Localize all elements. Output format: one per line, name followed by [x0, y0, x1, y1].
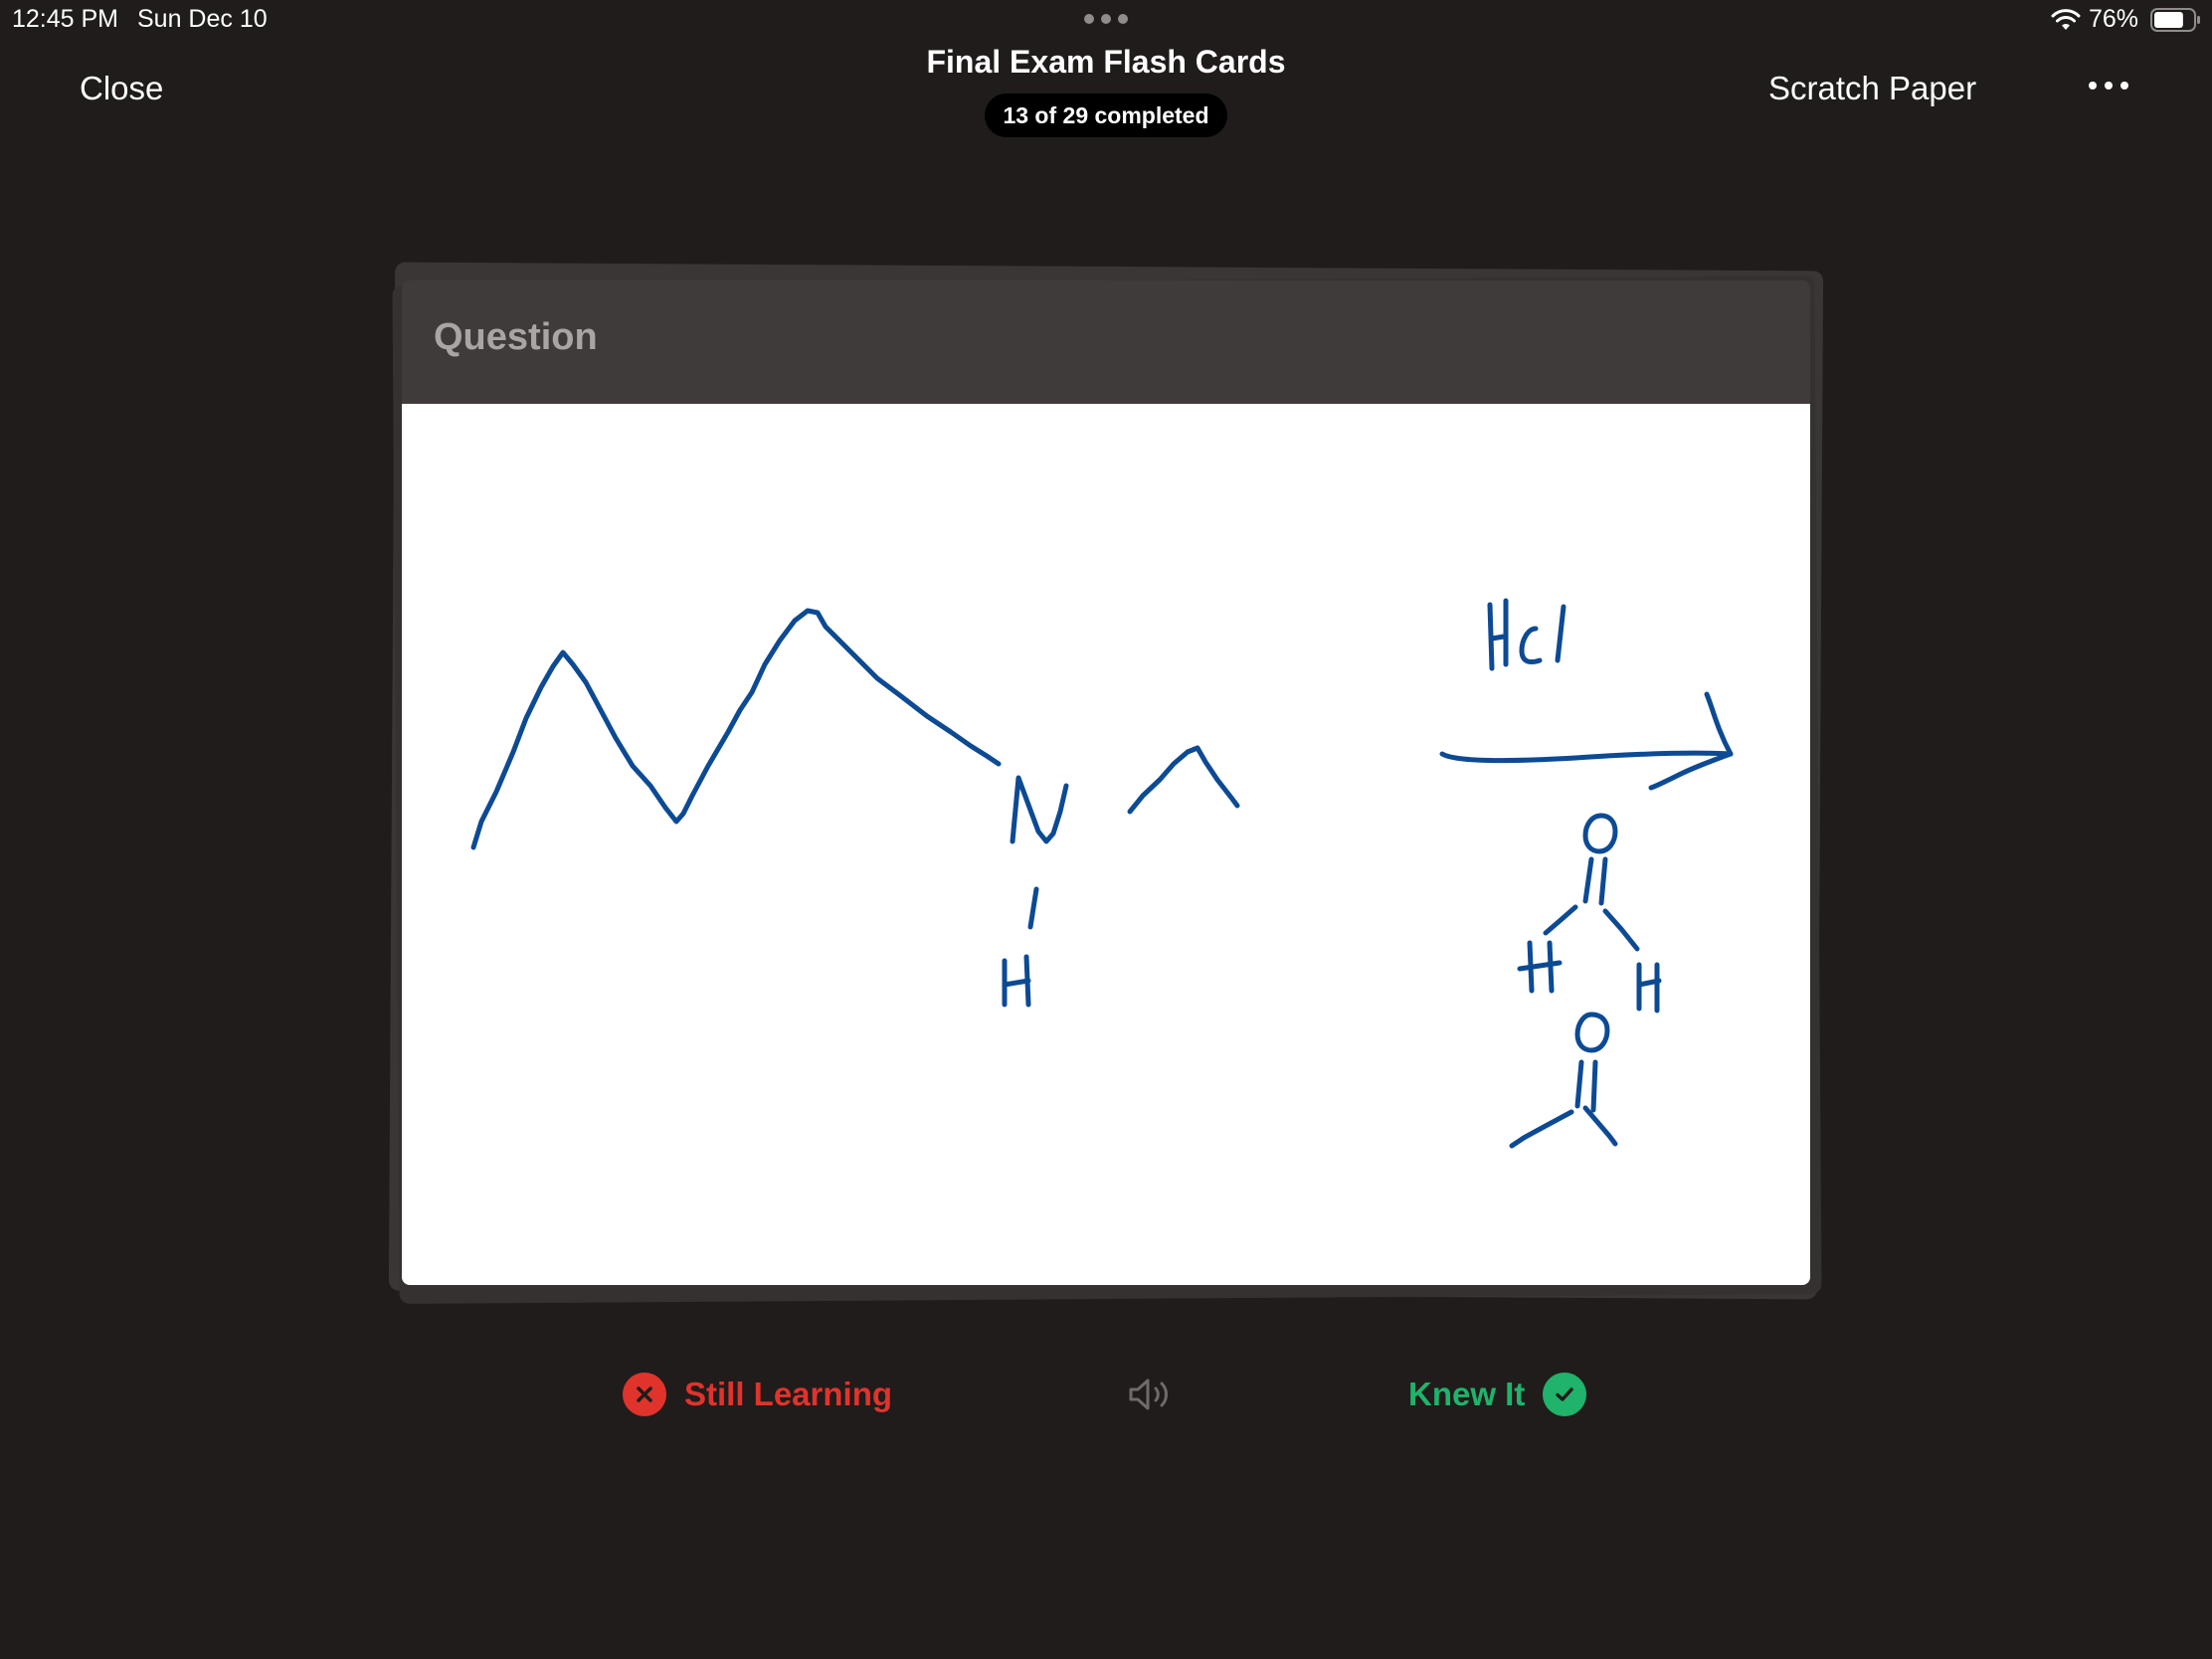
- reaction-arrowhead-stroke: [1648, 691, 1734, 791]
- hcl-l-stroke: [1555, 604, 1567, 663]
- handwritten-drawing: [470, 598, 1734, 1149]
- card-face[interactable]: [402, 404, 1810, 1285]
- status-date: Sun Dec 10: [137, 5, 268, 33]
- knew-it-button[interactable]: Knew It: [1408, 1373, 1587, 1416]
- card-side-label: Question: [434, 316, 598, 358]
- card-header: Question: [402, 280, 1810, 404]
- formaldehyde-right-bond-stroke: [1602, 908, 1640, 952]
- multitasking-dots-icon[interactable]: [1084, 14, 1128, 24]
- status-bar: 12:45 PM Sun Dec 10 76%: [0, 0, 2212, 40]
- oxygen-1-stroke: [1582, 813, 1618, 854]
- still-learning-label: Still Learning: [684, 1376, 893, 1412]
- checkmark-circle-icon: [1543, 1373, 1587, 1416]
- reaction-arrow-stroke: [1439, 750, 1734, 764]
- hydrogen-amine-stroke: [1002, 954, 1031, 1008]
- ellipsis-icon[interactable]: [2089, 82, 2128, 92]
- nh-bond-stroke: [1027, 886, 1039, 930]
- battery-icon: [2150, 8, 2200, 32]
- battery-percent: 76%: [2089, 5, 2139, 33]
- close-circle-icon: [623, 1373, 666, 1416]
- hcl-c-stroke: [1519, 626, 1543, 665]
- progress-badge: 13 of 29 completed: [985, 93, 1227, 137]
- knew-it-label: Knew It: [1408, 1376, 1526, 1412]
- nitrogen-letter-stroke: [1010, 775, 1069, 844]
- speaker-icon[interactable]: [1128, 1377, 1174, 1412]
- still-learning-button[interactable]: Still Learning: [623, 1373, 892, 1416]
- acetone-right-bond-stroke: [1582, 1105, 1618, 1147]
- carbon-chain-stroke: [470, 608, 1002, 850]
- status-time: 12:45 PM: [12, 5, 119, 33]
- hydrogen-right-stroke: [1636, 962, 1662, 1014]
- flash-card[interactable]: Question: [402, 280, 1810, 1285]
- ethyl-branch-stroke: [1127, 745, 1240, 815]
- hcl-h-stroke: [1487, 598, 1509, 671]
- formaldehyde-left-bond-stroke: [1543, 904, 1578, 936]
- scratch-paper-button[interactable]: Scratch Paper: [1768, 70, 1976, 107]
- acetone-double-bond-stroke: [1574, 1059, 1598, 1113]
- wifi-icon: [2051, 9, 2081, 30]
- hydrogen-left-stroke: [1517, 940, 1563, 994]
- study-actions: Still Learning Knew It: [0, 1363, 2212, 1426]
- acetone-left-bond-stroke: [1509, 1109, 1574, 1149]
- formaldehyde-double-bond-stroke: [1582, 856, 1608, 906]
- oxygen-2-stroke: [1574, 1012, 1610, 1053]
